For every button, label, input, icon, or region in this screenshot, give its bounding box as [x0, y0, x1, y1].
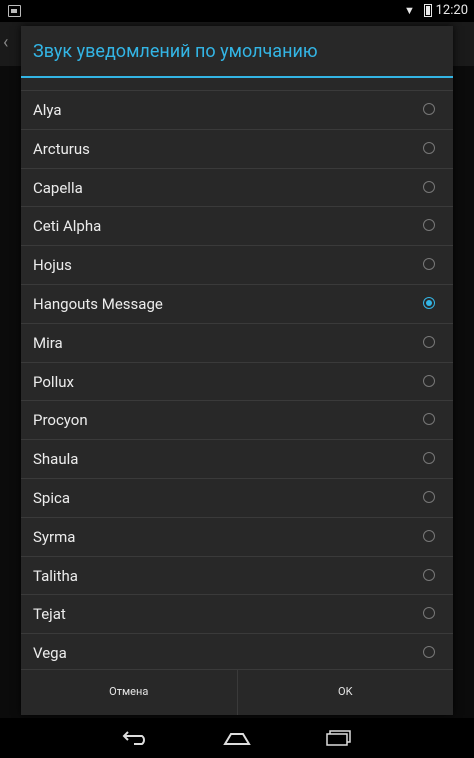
ringtone-label: Vega: [33, 644, 67, 663]
up-navigation-icon: ‹: [3, 32, 9, 53]
radio-unchecked-icon[interactable]: [423, 529, 435, 542]
radio-unchecked-icon[interactable]: [423, 103, 435, 115]
ringtone-label: Arcturus: [33, 139, 90, 158]
ringtone-label: Hangouts Message: [33, 294, 163, 313]
list-item[interactable]: Shaula: [21, 440, 453, 479]
ringtone-label: Capella: [33, 178, 83, 197]
radio-unchecked-icon[interactable]: [423, 335, 435, 348]
list-item[interactable]: Mira: [21, 324, 453, 363]
radio-unchecked-icon[interactable]: [423, 219, 435, 232]
list-item[interactable]: Syrma: [21, 518, 453, 557]
ringtone-label: Hojus: [33, 256, 72, 275]
radio-checked-icon[interactable]: [423, 296, 435, 309]
list-item[interactable]: Capella: [21, 169, 453, 208]
radio-unchecked-icon[interactable]: [423, 374, 435, 387]
ringtone-label: Mira: [33, 333, 63, 352]
list-item[interactable]: Procyon: [21, 401, 453, 441]
list-item[interactable]: Hangouts Message: [21, 285, 453, 324]
dialog-buttons: Отмена OK: [21, 669, 453, 715]
radio-unchecked-icon[interactable]: [423, 452, 435, 465]
ringtone-label: Alya: [33, 101, 62, 119]
radio-unchecked-icon[interactable]: [423, 607, 435, 620]
wifi-icon: ▼: [404, 4, 415, 17]
ringtone-label: Syrma: [33, 527, 76, 546]
radio-unchecked-icon[interactable]: [423, 413, 435, 426]
image-notification-icon: [8, 5, 21, 17]
list-item[interactable]: Tejat: [21, 595, 453, 635]
list-item[interactable]: Alya: [21, 91, 453, 130]
battery-icon: [424, 4, 432, 17]
ringtone-label: Procyon: [33, 411, 88, 430]
home-icon[interactable]: [223, 730, 251, 746]
ringtone-label: Pollux: [33, 372, 74, 391]
ringtone-label: Shaula: [33, 450, 79, 469]
clock: 12:20: [435, 3, 468, 18]
list-item[interactable]: Vega: [21, 634, 453, 670]
recents-icon[interactable]: [326, 730, 352, 746]
ok-button[interactable]: OK: [236, 670, 454, 715]
radio-unchecked-icon[interactable]: [423, 141, 435, 154]
back-icon[interactable]: [122, 728, 150, 746]
cancel-button[interactable]: Отмена: [21, 670, 237, 715]
ringtone-list[interactable]: Alya Arcturus Capella Ceti Alpha Hojus Hangou…: [21, 78, 453, 670]
navigation-bar: [0, 718, 474, 758]
list-item[interactable]: Hojus: [21, 246, 453, 285]
list-item[interactable]: Spica: [21, 479, 453, 518]
list-item[interactable]: Pollux: [21, 363, 453, 402]
ringtone-label: Talitha: [33, 566, 78, 585]
list-item[interactable]: Arcturus: [21, 130, 453, 169]
radio-unchecked-icon[interactable]: [423, 568, 435, 581]
ringtone-label: Ceti Alpha: [33, 217, 102, 236]
radio-unchecked-icon[interactable]: [423, 490, 435, 503]
radio-unchecked-icon[interactable]: [423, 180, 435, 193]
ringtone-label: Spica: [33, 488, 70, 507]
radio-unchecked-icon[interactable]: [423, 258, 435, 271]
list-item[interactable]: Ceti Alpha: [21, 207, 453, 247]
ringtone-dialog: Звук уведомлений по умолчанию Alya Arctur…: [21, 26, 453, 715]
dialog-title: Звук уведомлений по умолчанию: [21, 26, 453, 78]
ringtone-label: Tejat: [33, 605, 66, 624]
radio-unchecked-icon[interactable]: [423, 646, 435, 659]
status-bar: ▼ 12:20: [0, 0, 474, 22]
list-item[interactable]: Talitha: [21, 557, 453, 596]
